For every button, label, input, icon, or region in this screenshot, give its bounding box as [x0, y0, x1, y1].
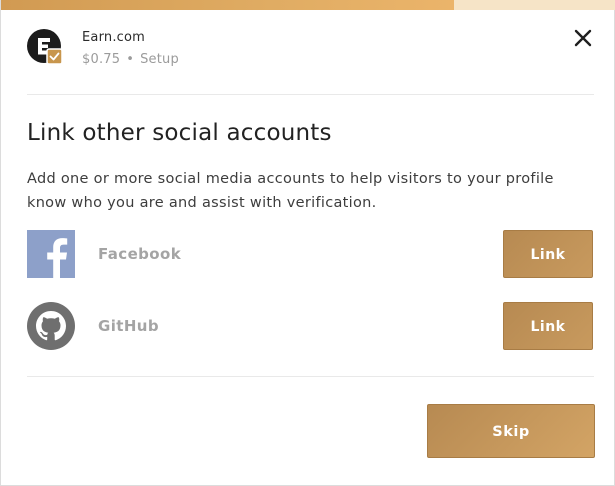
page-title: Link other social accounts: [27, 120, 332, 146]
brand-name: Earn.com: [82, 30, 146, 45]
dialog-header: Earn.com $0.75 • Setup: [27, 27, 594, 71]
stage-label: Setup: [140, 52, 179, 67]
close-icon[interactable]: [572, 27, 594, 49]
progress-bar-fill: [1, 0, 455, 10]
skip-button[interactable]: Skip: [427, 404, 595, 458]
account-row-facebook: Facebook Link: [27, 230, 593, 278]
github-icon: [27, 302, 75, 350]
price-label: $0.75: [82, 52, 121, 67]
facebook-icon: [27, 230, 75, 278]
account-label-facebook: Facebook: [98, 245, 182, 263]
separator: •: [126, 52, 135, 67]
footer-divider: [27, 376, 594, 377]
link-github-button[interactable]: Link: [503, 302, 593, 350]
account-label-github: GitHub: [98, 317, 159, 335]
header-divider: [27, 94, 594, 95]
progress-bar: [1, 0, 615, 10]
earn-logo-icon: [27, 29, 63, 65]
page-description: Add one or more social media accounts to…: [27, 171, 554, 211]
setup-dialog: Earn.com $0.75 • Setup Link other social a…: [0, 0, 615, 486]
account-row-github: GitHub Link: [27, 302, 593, 350]
brand-subtitle: $0.75 • Setup: [82, 52, 179, 67]
link-facebook-button[interactable]: Link: [503, 230, 593, 278]
